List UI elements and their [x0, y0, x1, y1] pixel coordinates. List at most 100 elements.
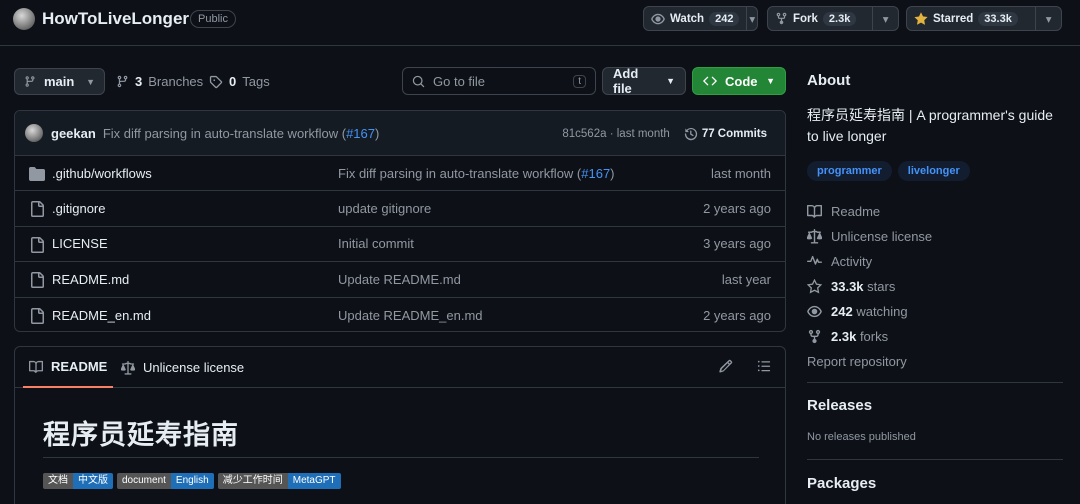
file-name-link[interactable]: .gitignore	[52, 201, 105, 216]
tag-icon	[209, 75, 223, 88]
file-name-link[interactable]: .github/workflows	[52, 166, 152, 181]
pencil-icon[interactable]	[719, 359, 733, 373]
fork-button[interactable]: Fork 2.3k ▾	[767, 6, 899, 31]
stars-link[interactable]: 33.3k stars	[807, 274, 932, 299]
file-row[interactable]: README.md Update README.md last year	[15, 262, 785, 298]
fork-count: 2.3k	[822, 11, 857, 26]
branch-select-button[interactable]: main ▼	[14, 68, 105, 95]
forks-link[interactable]: 2.3k forks	[807, 324, 932, 349]
file-commit-message[interactable]: Update README_en.md	[338, 308, 483, 323]
tags-link[interactable]: 0 Tags	[209, 74, 270, 89]
readme-panel: README Unlicense license 程序员延寿指南 文档 中文版 do…	[14, 346, 786, 504]
folder-icon	[29, 166, 45, 182]
fork-dropdown-icon[interactable]: ▾	[872, 7, 898, 30]
file-name-link[interactable]: LICENSE	[52, 236, 108, 251]
file-commit-age: last month	[711, 165, 771, 181]
file-browser: geekan Fix diff parsing in auto-translat…	[14, 110, 786, 332]
law-scale-icon	[807, 229, 822, 244]
tab-readme[interactable]: README	[23, 347, 114, 388]
watching-link[interactable]: 242 watching	[807, 299, 932, 324]
commit-author[interactable]: geekan	[51, 126, 96, 141]
fork-icon	[776, 12, 787, 25]
tags-count: 0	[229, 74, 237, 89]
divider	[807, 459, 1063, 460]
list-outline-icon[interactable]	[757, 359, 771, 373]
branch-name: main	[44, 74, 75, 89]
commit-message[interactable]: Fix diff parsing in auto-translate workf…	[103, 126, 380, 141]
activity-link[interactable]: Activity	[807, 249, 932, 274]
file-row[interactable]: .github/workflows Fix diff parsing in aut…	[15, 156, 785, 192]
divider	[43, 457, 759, 458]
star-filled-icon	[914, 11, 928, 25]
keyboard-shortcut-hint: t	[573, 74, 586, 88]
tab-license[interactable]: Unlicense license	[121, 347, 244, 388]
commit-pr-link[interactable]: #167	[346, 126, 375, 141]
shield-badge[interactable]: document English	[117, 473, 214, 489]
watch-label: Watch	[670, 12, 705, 25]
star-count: 33.3k	[978, 11, 1018, 26]
pulse-icon	[807, 255, 822, 265]
star-icon	[807, 279, 822, 294]
file-row[interactable]: LICENSE Initial commit 3 years ago	[15, 227, 785, 263]
code-button[interactable]: Code ▼	[692, 67, 786, 95]
divider	[807, 382, 1063, 383]
license-link[interactable]: Unlicense license	[807, 224, 932, 249]
readme-link[interactable]: Readme	[807, 199, 932, 224]
releases-heading[interactable]: Releases	[807, 397, 872, 414]
file-commit-message[interactable]: update gitignore	[338, 201, 431, 216]
commit-sha[interactable]: 81c562a · last month	[562, 128, 669, 140]
shield-badge[interactable]: 减少工作时间 MetaGPT	[217, 473, 341, 489]
branch-icon	[117, 75, 128, 88]
file-commit-age: 2 years ago	[703, 201, 771, 217]
eye-icon	[807, 305, 822, 318]
branches-count: 3	[135, 74, 143, 89]
visibility-badge: Public	[190, 10, 236, 28]
packages-heading[interactable]: Packages	[807, 475, 876, 492]
owner-avatar[interactable]	[13, 8, 35, 30]
watch-button[interactable]: Watch 242 ▾	[643, 6, 758, 31]
shield-badge[interactable]: 文档 中文版	[43, 473, 113, 489]
commits-history-link[interactable]: 77 Commits	[684, 127, 767, 141]
file-commit-message[interactable]: Fix diff parsing in auto-translate workf…	[338, 166, 615, 181]
branches-label: Branches	[148, 74, 204, 89]
report-repository-link[interactable]: Report repository	[807, 349, 932, 374]
file-row[interactable]: .gitignore update gitignore 2 years ago	[15, 191, 785, 227]
file-icon	[29, 307, 45, 324]
eye-icon	[651, 13, 665, 24]
history-icon	[684, 127, 697, 140]
chevron-down-icon: ▼	[666, 76, 675, 86]
chevron-down-icon: ▼	[86, 76, 95, 87]
add-file-button[interactable]: Add file ▼	[602, 66, 686, 96]
repo-header: HowToLiveLonger Public Watch 242 ▾ Fork …	[0, 0, 1080, 46]
repo-description: 程序员延寿指南 | A programmer's guide to live l…	[807, 107, 1053, 144]
topic-tag[interactable]: programmer	[807, 161, 892, 181]
code-label: Code	[725, 73, 758, 89]
file-commit-message[interactable]: Update README.md	[338, 272, 461, 287]
branches-link[interactable]: 3 Branches	[116, 74, 203, 89]
file-row[interactable]: README_en.md Update README_en.md 2 years a…	[15, 298, 785, 331]
topic-tag[interactable]: livelonger	[897, 161, 970, 181]
go-to-file-input[interactable]: Go to file t	[402, 67, 596, 95]
watch-dropdown-icon[interactable]: ▾	[746, 7, 757, 30]
commit-author-avatar[interactable]	[25, 124, 43, 142]
file-name-link[interactable]: README_en.md	[52, 308, 151, 323]
watch-count: 242	[709, 11, 740, 26]
commit-pr-link[interactable]: #167	[581, 166, 610, 181]
file-icon	[29, 236, 45, 253]
repo-name-link[interactable]: HowToLiveLonger	[42, 9, 189, 29]
file-commit-age: 3 years ago	[703, 236, 771, 252]
file-name-link[interactable]: README.md	[52, 272, 129, 287]
file-commit-message[interactable]: Initial commit	[338, 236, 414, 251]
about-links: Readme Unlicense license Activity 33.3k …	[807, 199, 932, 374]
about-heading: About	[807, 72, 851, 89]
star-button[interactable]: Starred 33.3k ▾	[906, 6, 1062, 31]
readme-badges: 文档 中文版 document English 减少工作时间 MetaGPT	[43, 473, 341, 489]
topic-list: programmer livelonger	[807, 161, 970, 181]
file-icon	[29, 272, 45, 289]
file-icon	[29, 201, 45, 218]
star-dropdown-icon[interactable]: ▾	[1035, 7, 1061, 30]
fork-icon	[808, 329, 821, 344]
releases-note: No releases published	[807, 431, 916, 443]
tab-readme-label: README	[51, 359, 108, 374]
branch-icon	[25, 76, 35, 87]
